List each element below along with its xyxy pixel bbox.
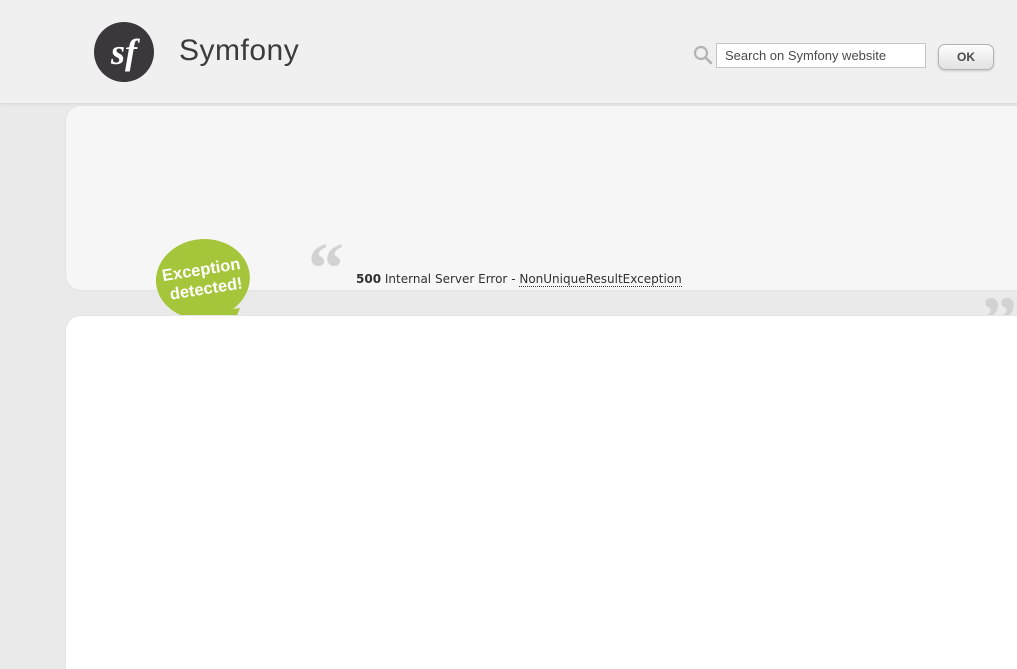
separator: - [507,272,519,286]
stack-trace-panel: Stack Trace 1.in /var/www/ascavideo31/ve… [65,315,1017,669]
brand-title: Symfony [179,34,299,68]
search-input[interactable] [716,43,926,68]
open-quote: “ [308,248,344,288]
error-message: 500 Internal Server Error - NonUniqueRes… [356,272,682,286]
symfony-logo-icon: sf [94,22,154,82]
exception-class-abbr: NonUniqueResultException [519,272,681,287]
status-code: 500 [356,272,381,286]
logo-monogram: sf [110,32,140,72]
page-header: sf Symfony OK [0,0,1017,104]
status-text-label: Internal Server Error [385,272,507,286]
search-ok-button[interactable]: OK [938,44,994,70]
exception-banner: Exception detected! “ ” [65,105,1017,291]
search-icon [693,45,713,65]
symfony-error-page: sf Symfony OK Exception detected! [0,0,1017,669]
